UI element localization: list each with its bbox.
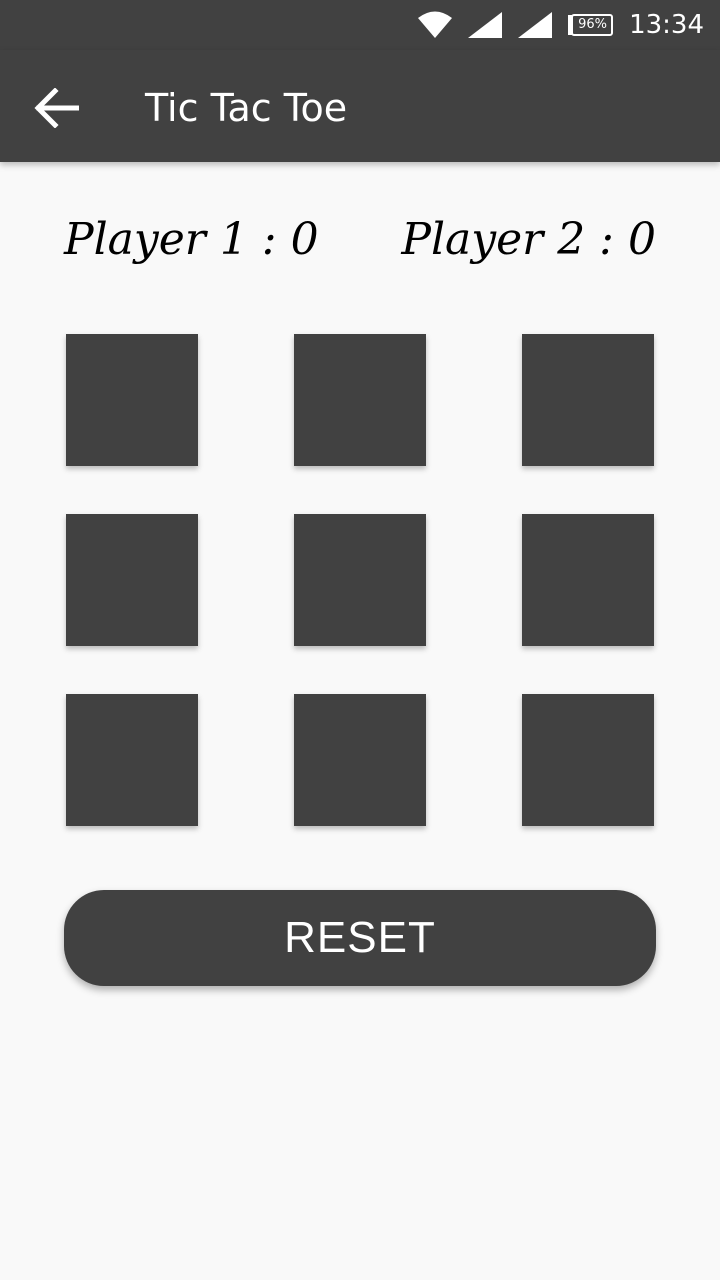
status-bar: 96% 13:34: [0, 0, 720, 50]
board-cell[interactable]: [294, 334, 426, 466]
board-cell[interactable]: [294, 514, 426, 646]
wifi-icon: [417, 11, 453, 39]
board-cell[interactable]: [66, 514, 198, 646]
board-cell[interactable]: [294, 694, 426, 826]
signal-icon: [517, 11, 553, 39]
reset-button[interactable]: RESET: [64, 890, 656, 986]
arrow-back-icon[interactable]: [28, 80, 84, 136]
signal-icon: [467, 11, 503, 39]
player-1-score: Player 1 : 0: [64, 214, 319, 265]
clock-time: 13:34: [629, 10, 704, 40]
board-cell[interactable]: [522, 334, 654, 466]
status-icons: 96% 13:34: [417, 0, 704, 50]
app-bar: Tic Tac Toe: [0, 50, 720, 162]
player-2-score: Player 2 : 0: [401, 214, 656, 265]
battery-icon: 96%: [567, 14, 614, 36]
app-title: Tic Tac Toe: [145, 86, 348, 130]
board-cell[interactable]: [66, 334, 198, 466]
board-cell[interactable]: [66, 694, 198, 826]
battery-percent: 96%: [578, 17, 607, 32]
board-cell[interactable]: [522, 694, 654, 826]
board-cell[interactable]: [522, 514, 654, 646]
